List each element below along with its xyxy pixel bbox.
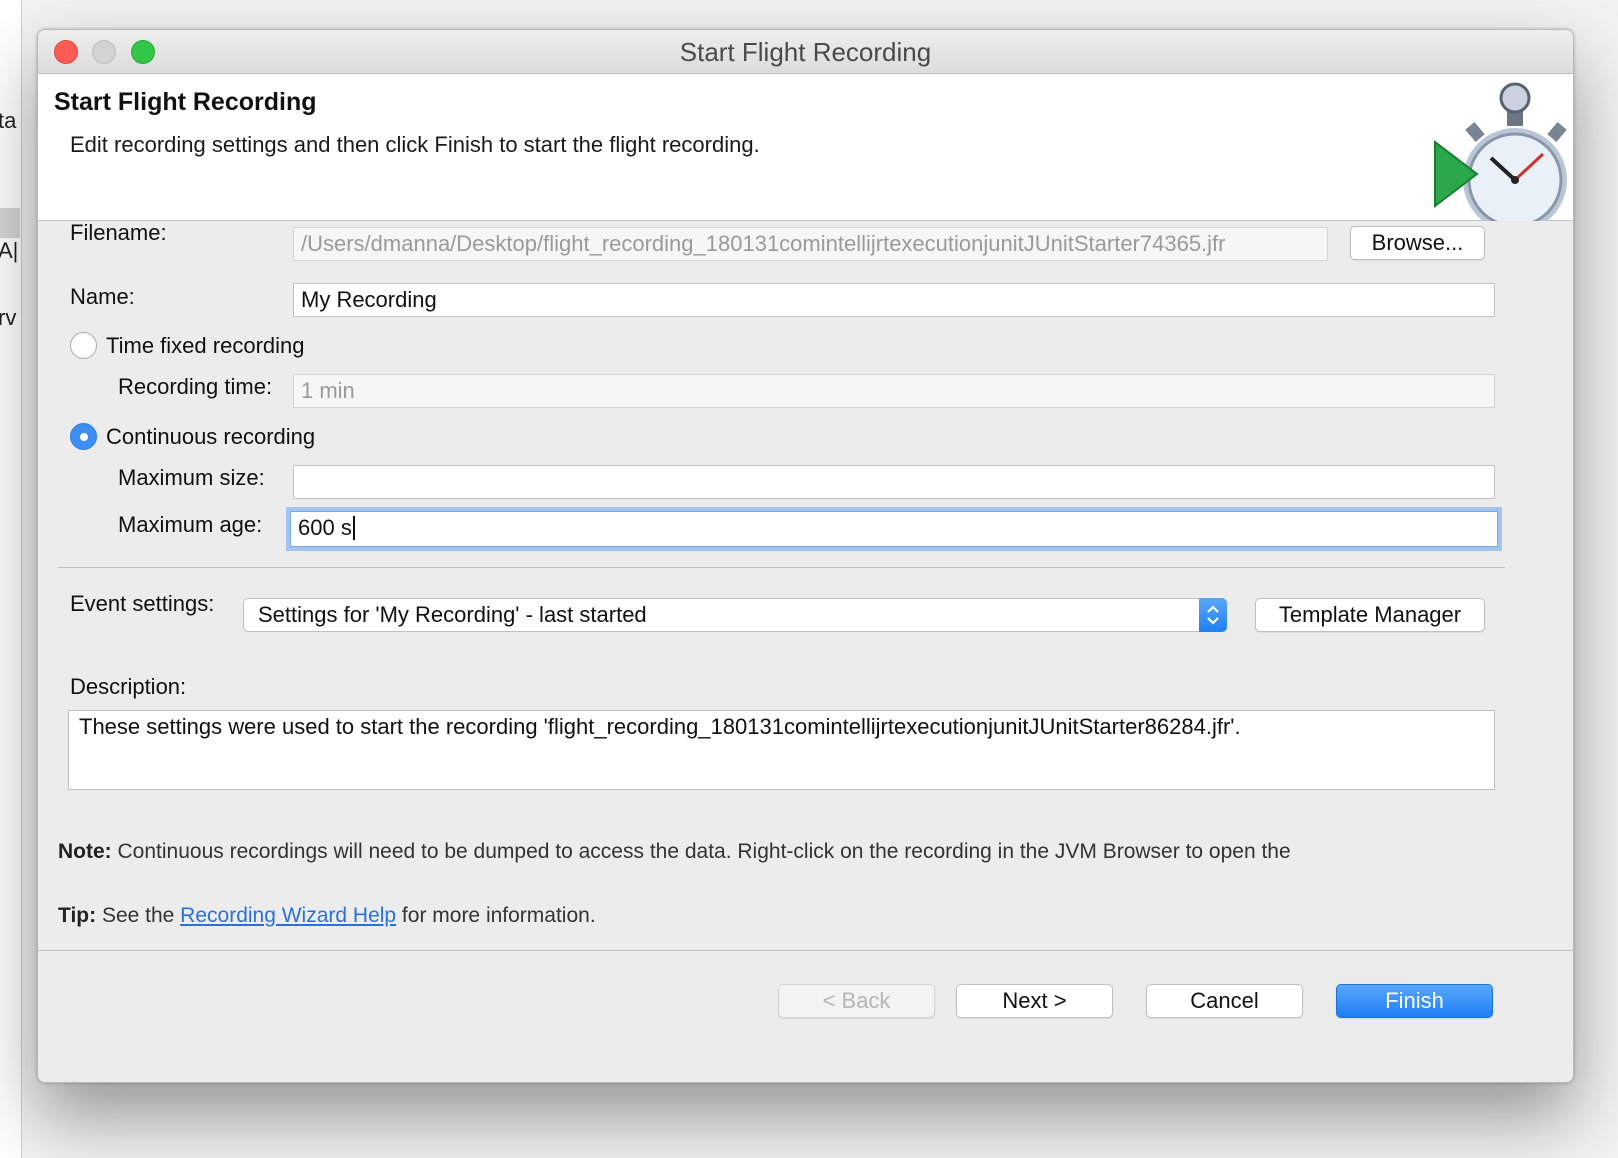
template-manager-button[interactable]: Template Manager — [1255, 598, 1485, 632]
continuous-recording-radio[interactable] — [70, 423, 97, 450]
maximum-size-field[interactable] — [293, 465, 1495, 499]
note-label: Note: — [58, 840, 112, 863]
event-settings-select[interactable]: Settings for 'My Recording' - last start… — [243, 598, 1227, 632]
maximum-size-label: Maximum size: — [118, 465, 265, 490]
wizard-header: Start Flight Recording Edit recording se… — [38, 74, 1573, 221]
event-settings-label: Event settings: — [70, 591, 215, 616]
maximum-age-label: Maximum age: — [118, 512, 263, 537]
section-divider — [58, 567, 1505, 568]
maximum-age-value: 600 s — [298, 515, 352, 540]
background-text-fragment: ta — [0, 108, 17, 133]
background-app-edge: ta A| rv — [0, 0, 22, 1158]
page-description: Edit recording settings and then click F… — [70, 132, 760, 157]
tip-text: Tip: See the Recording Wizard Help for m… — [58, 904, 596, 928]
description-text-area[interactable]: These settings were used to start the re… — [68, 710, 1495, 790]
text-caret — [352, 515, 355, 540]
note-text: Note: Continuous recordings will need to… — [58, 840, 1291, 864]
note-body: Continuous recordings will need to be du… — [111, 840, 1291, 863]
recording-wizard-help-link[interactable]: Recording Wizard Help — [180, 904, 396, 927]
time-fixed-recording-label[interactable]: Time fixed recording — [106, 333, 304, 359]
wizard-button-bar: < Back Next > Cancel Finish — [38, 950, 1573, 1082]
browse-button[interactable]: Browse... — [1350, 226, 1485, 260]
cancel-button[interactable]: Cancel — [1146, 984, 1303, 1018]
tip-prefix: See the — [96, 904, 181, 927]
page-title: Start Flight Recording — [54, 88, 317, 116]
filename-field[interactable]: /Users/dmanna/Desktop/flight_recording_1… — [293, 227, 1328, 261]
next-button[interactable]: Next > — [956, 984, 1113, 1018]
name-field[interactable]: My Recording — [293, 283, 1495, 317]
background-text-fragment: rv — [0, 305, 17, 330]
maximum-age-field[interactable]: 600 s — [290, 511, 1498, 547]
flight-recorder-stopwatch-icon — [1434, 82, 1567, 221]
event-settings-selected-value: Settings for 'My Recording' - last start… — [258, 602, 647, 627]
start-flight-recording-dialog: Start Flight Recording Start Flight Reco… — [37, 29, 1574, 1083]
name-label: Name: — [70, 284, 135, 309]
window-title: Start Flight Recording — [679, 37, 932, 67]
background-text-fragment: A| — [0, 238, 19, 263]
chevron-up-down-icon — [1199, 598, 1227, 632]
finish-button[interactable]: Finish — [1336, 984, 1493, 1018]
tip-label: Tip: — [58, 904, 97, 927]
continuous-recording-label[interactable]: Continuous recording — [106, 424, 315, 450]
description-label: Description: — [70, 674, 187, 699]
back-button[interactable]: < Back — [778, 984, 935, 1018]
background-selection — [0, 208, 20, 238]
title-bar[interactable]: Start Flight Recording — [38, 30, 1573, 74]
recording-time-field[interactable]: 1 min — [293, 374, 1495, 408]
tip-suffix: for more information. — [396, 904, 596, 927]
filename-label: Filename: — [70, 220, 167, 245]
recording-time-label: Recording time: — [118, 374, 273, 399]
time-fixed-recording-radio[interactable] — [70, 332, 97, 359]
